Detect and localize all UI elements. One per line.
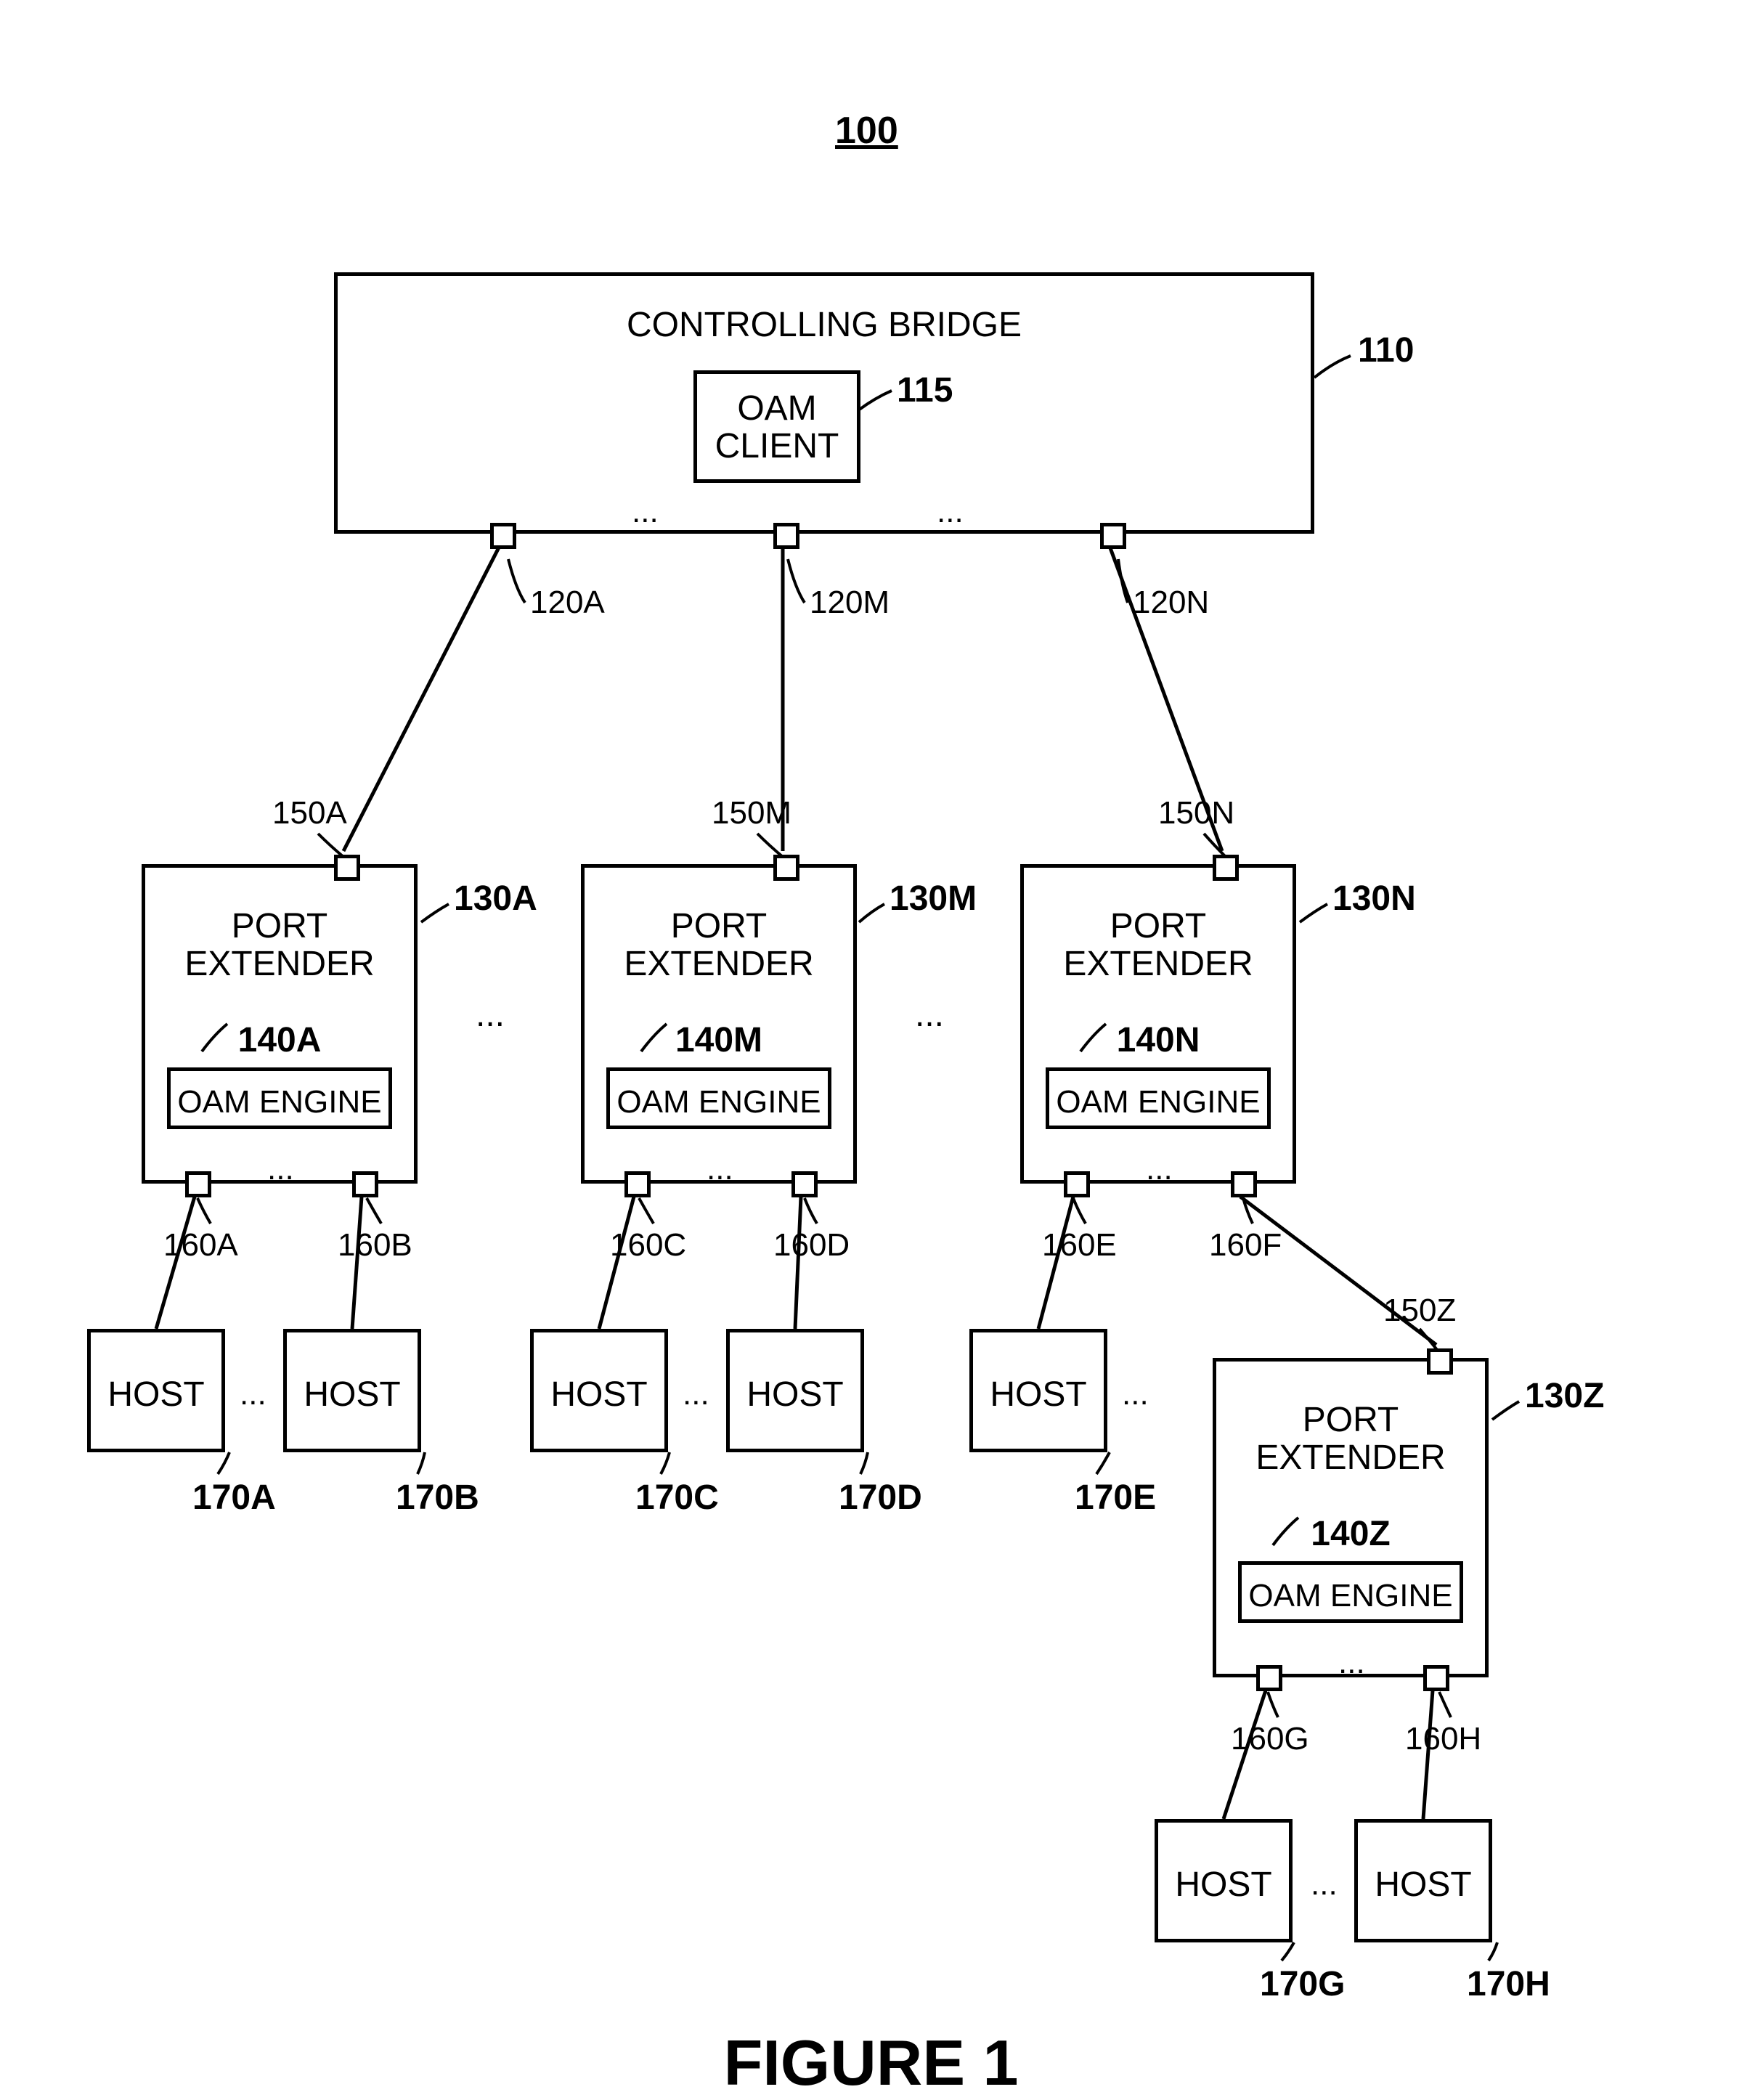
ref-120n: 120N <box>1133 585 1209 621</box>
extender-a-down-port-left <box>185 1171 211 1197</box>
ref-140a: 140A <box>145 1020 414 1060</box>
ref-150m: 150M <box>712 795 791 831</box>
ref-160e: 160E <box>1042 1227 1117 1263</box>
extender-m-down-port-right <box>791 1171 818 1197</box>
ref-160a: 160A <box>163 1227 238 1263</box>
extender-n-uplink-port <box>1213 855 1239 881</box>
oam-engine-m-box: OAM ENGINE <box>606 1067 831 1129</box>
ref-170e: 170E <box>1075 1478 1156 1518</box>
host-c: HOST <box>530 1329 668 1452</box>
extender-n-down-port-right <box>1231 1171 1257 1197</box>
port-extender-n-title: PORT EXTENDER <box>1024 908 1293 983</box>
port-extender-z: PORT EXTENDER 140Z OAM ENGINE ... <box>1213 1358 1489 1677</box>
extender-m-down-ellipsis: ... <box>707 1151 733 1187</box>
extender-z-down-port-right <box>1423 1665 1449 1691</box>
oam-engine-z-box: OAM ENGINE <box>1238 1561 1463 1623</box>
oam-engine-m-label: OAM ENGINE <box>610 1084 828 1120</box>
hosts-ellipsis-cd: ... <box>683 1376 709 1412</box>
ref-150a: 150A <box>272 795 347 831</box>
ref-130m: 130M <box>890 879 977 919</box>
host-a: HOST <box>87 1329 225 1452</box>
port-extender-a: PORT EXTENDER 140A OAM ENGINE ... <box>142 864 418 1184</box>
oam-client-box: OAM CLIENT <box>693 370 860 483</box>
oam-engine-z-label: OAM ENGINE <box>1242 1578 1460 1614</box>
extenders-row-ellipsis-mn: ... <box>915 995 944 1035</box>
controlling-bridge-title: CONTROLLING BRIDGE <box>338 305 1311 345</box>
extender-a-uplink-port <box>334 855 360 881</box>
ref-170c: 170C <box>635 1478 719 1518</box>
port-extender-z-title: PORT EXTENDER <box>1216 1401 1485 1477</box>
ref-130a: 130A <box>454 879 537 919</box>
ref-150n: 150N <box>1158 795 1234 831</box>
ref-170g: 170G <box>1260 1964 1345 2004</box>
ref-110: 110 <box>1358 330 1414 370</box>
ref-160d: 160D <box>773 1227 850 1263</box>
host-b: HOST <box>283 1329 421 1452</box>
bridge-ports-ellipsis-am: ... <box>632 494 659 530</box>
ref-150z: 150Z <box>1383 1293 1456 1329</box>
bridge-ports-ellipsis-mn: ... <box>937 494 964 530</box>
bridge-port-n <box>1100 523 1126 549</box>
ref-130n: 130N <box>1332 879 1416 919</box>
bridge-port-m <box>773 523 799 549</box>
host-b-label: HOST <box>287 1375 418 1415</box>
oam-client-label: OAM CLIENT <box>697 390 857 465</box>
ref-120m: 120M <box>810 585 890 621</box>
controlling-bridge: CONTROLLING BRIDGE OAM CLIENT ... ... <box>334 272 1314 534</box>
ref-170a: 170A <box>192 1478 276 1518</box>
extenders-row-ellipsis-am: ... <box>476 995 505 1035</box>
hosts-ellipsis-gh: ... <box>1311 1866 1338 1902</box>
port-extender-m: PORT EXTENDER 140M OAM ENGINE ... <box>581 864 857 1184</box>
ref-160c: 160C <box>610 1227 686 1263</box>
host-c-label: HOST <box>534 1375 664 1415</box>
ref-120a: 120A <box>530 585 605 621</box>
bridge-port-a <box>490 523 516 549</box>
figure-number-label: 100 <box>835 109 898 152</box>
host-a-label: HOST <box>91 1375 221 1415</box>
hosts-ellipsis-ab: ... <box>240 1376 266 1412</box>
extender-n-down-port-left <box>1064 1171 1090 1197</box>
ref-160h: 160H <box>1405 1721 1481 1757</box>
host-d: HOST <box>726 1329 864 1452</box>
port-extender-a-title: PORT EXTENDER <box>145 908 414 983</box>
host-d-label: HOST <box>730 1375 860 1415</box>
extender-m-down-port-left <box>624 1171 651 1197</box>
port-extender-m-title: PORT EXTENDER <box>585 908 853 983</box>
ref-140m: 140M <box>585 1020 853 1060</box>
ref-130z: 130Z <box>1525 1376 1604 1416</box>
oam-engine-a-box: OAM ENGINE <box>167 1067 392 1129</box>
extender-m-uplink-port <box>773 855 799 881</box>
extender-z-down-ellipsis: ... <box>1338 1645 1365 1681</box>
ref-160f: 160F <box>1209 1227 1282 1263</box>
ref-140n: 140N <box>1024 1020 1293 1060</box>
host-e-label: HOST <box>973 1375 1104 1415</box>
oam-engine-n-box: OAM ENGINE <box>1046 1067 1271 1129</box>
host-e: HOST <box>969 1329 1107 1452</box>
extender-z-down-port-left <box>1256 1665 1282 1691</box>
ref-170b: 170B <box>396 1478 479 1518</box>
ref-170h: 170H <box>1467 1964 1550 2004</box>
extender-a-down-ellipsis: ... <box>267 1151 294 1187</box>
extender-a-down-port-right <box>352 1171 378 1197</box>
oam-engine-a-label: OAM ENGINE <box>171 1084 388 1120</box>
ref-160b: 160B <box>338 1227 412 1263</box>
extender-z-uplink-port <box>1427 1348 1453 1375</box>
extender-n-down-ellipsis: ... <box>1146 1151 1173 1187</box>
host-g: HOST <box>1155 1819 1293 1942</box>
host-h-label: HOST <box>1358 1865 1489 1905</box>
oam-engine-n-label: OAM ENGINE <box>1049 1084 1267 1120</box>
port-extender-n: PORT EXTENDER 140N OAM ENGINE ... <box>1020 864 1296 1184</box>
host-g-label: HOST <box>1158 1865 1289 1905</box>
figure-caption: FIGURE 1 <box>0 2026 1742 2100</box>
ref-140z: 140Z <box>1216 1514 1485 1554</box>
hosts-ellipsis-e: ... <box>1122 1376 1149 1412</box>
host-h: HOST <box>1354 1819 1492 1942</box>
ref-160g: 160G <box>1231 1721 1309 1757</box>
ref-170d: 170D <box>839 1478 922 1518</box>
ref-115: 115 <box>897 370 953 410</box>
